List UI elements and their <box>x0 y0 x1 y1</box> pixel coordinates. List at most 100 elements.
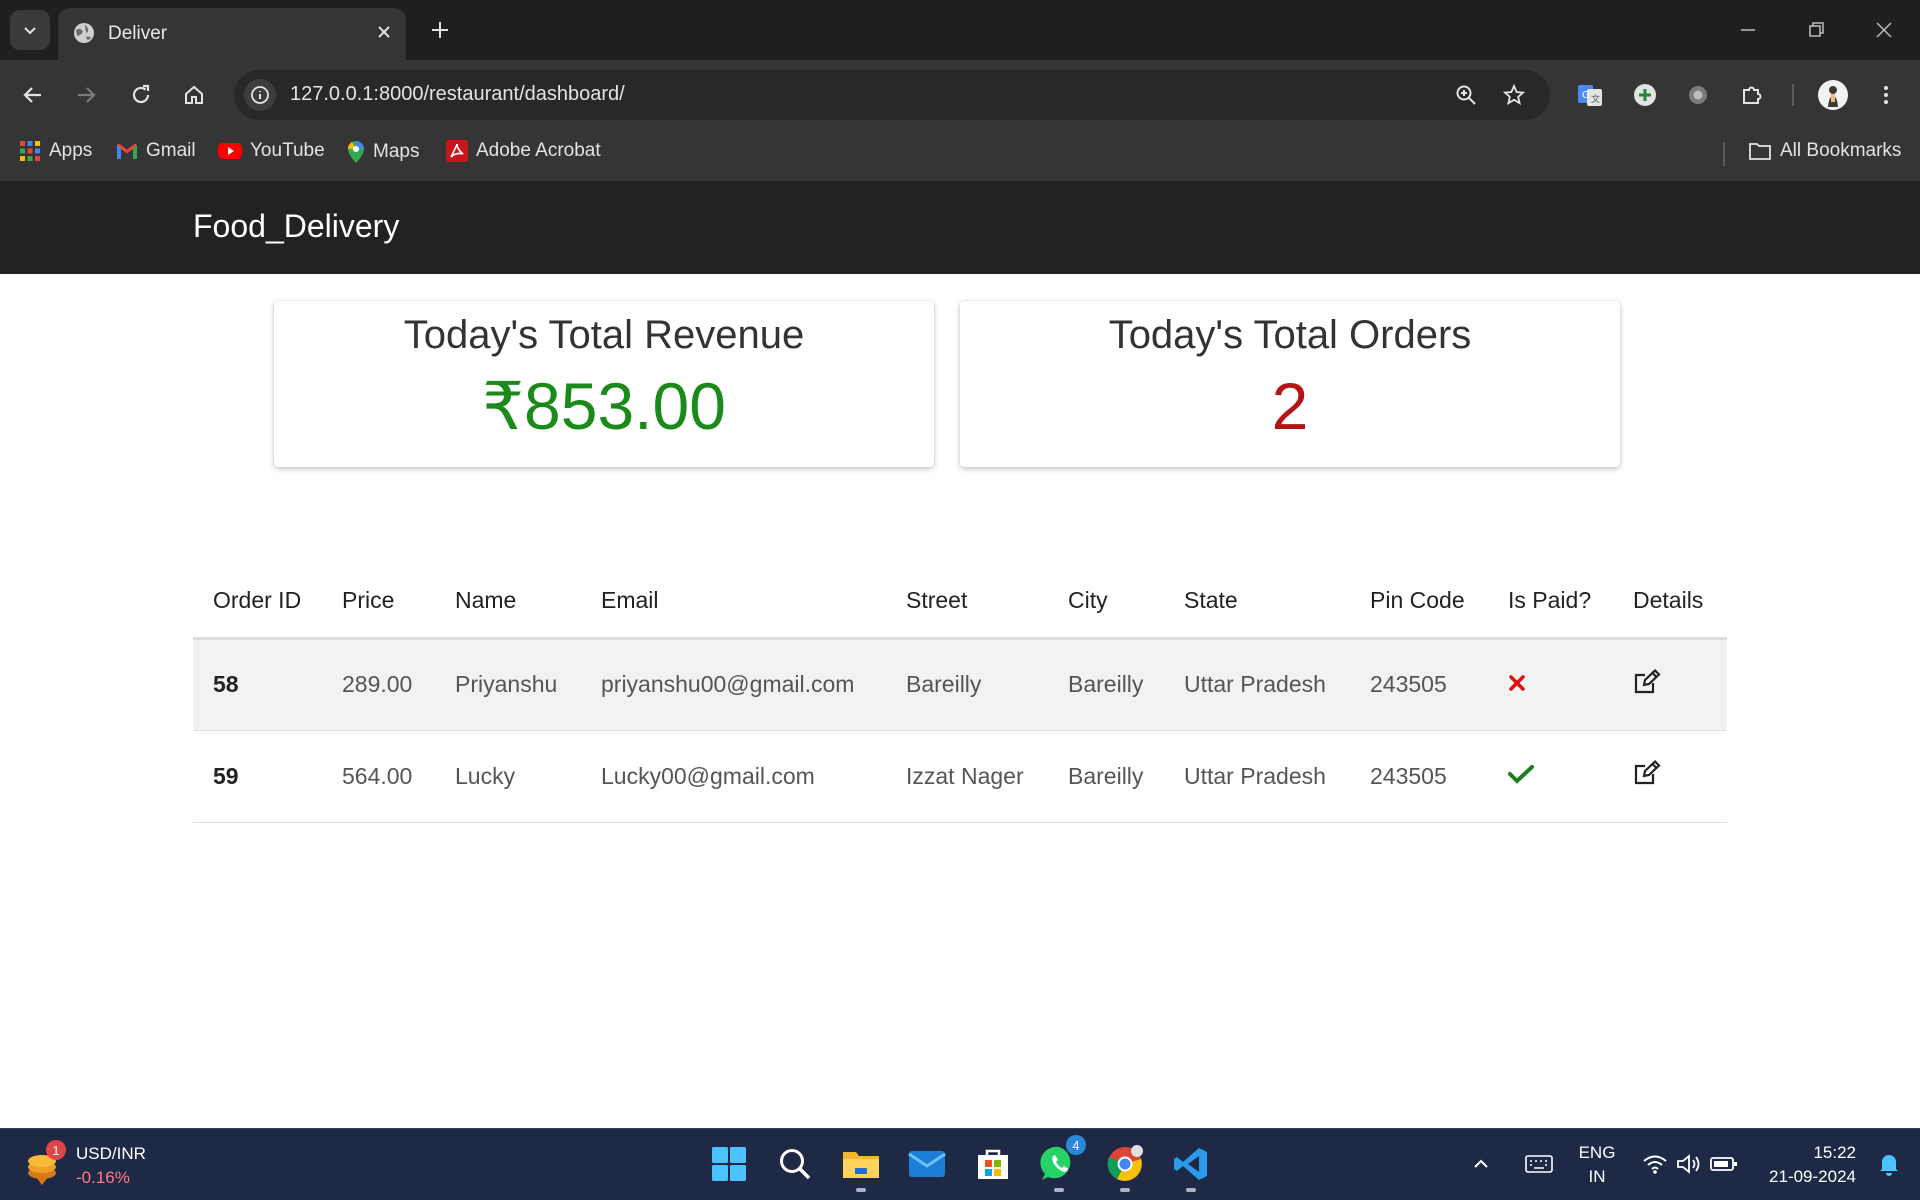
back-button[interactable] <box>14 76 52 114</box>
close-window-button[interactable] <box>1868 14 1900 46</box>
name-cell: Priyanshu <box>435 638 581 731</box>
name-cell: Lucky <box>435 730 581 823</box>
zoom-button[interactable] <box>1450 79 1482 111</box>
bookmark-gmail[interactable]: Gmail <box>116 140 196 162</box>
running-indicator <box>856 1188 866 1192</box>
tab-search-button[interactable] <box>10 10 50 50</box>
order-id-cell: 59 <box>193 730 322 823</box>
taskbar-search-button[interactable] <box>770 1139 820 1189</box>
details-cell <box>1613 730 1727 823</box>
price-cell: 564.00 <box>322 730 435 823</box>
reload-button[interactable] <box>122 76 160 114</box>
puzzle-icon <box>1743 86 1762 104</box>
column-header: City <box>1048 565 1164 640</box>
browser-menu-button[interactable] <box>1867 76 1905 114</box>
chrome-icon <box>1107 1145 1143 1181</box>
minimize-button[interactable] <box>1732 14 1764 46</box>
new-tab-button[interactable] <box>424 14 456 46</box>
taskbar-whatsapp[interactable]: 4 <box>1034 1135 1086 1192</box>
column-header: Name <box>435 565 581 640</box>
acrobat-icon <box>446 140 468 162</box>
revenue-title: Today's Total Revenue <box>403 313 805 357</box>
column-header: Street <box>886 565 1048 640</box>
is-paid-cell <box>1488 638 1613 731</box>
column-header: Details <box>1613 565 1727 640</box>
star-icon <box>1503 84 1525 106</box>
email-cell: Lucky00@gmail.com <box>581 730 886 823</box>
shield-extension[interactable] <box>1679 76 1717 114</box>
add-extension-button[interactable] <box>1626 76 1664 114</box>
start-button[interactable] <box>704 1139 754 1189</box>
clock-time[interactable]: 15:22 <box>1756 1141 1856 1164</box>
bookmark-apps[interactable]: Apps <box>19 140 92 162</box>
currency-widget[interactable]: 1 <box>24 1140 72 1189</box>
taskbar-mail[interactable] <box>902 1139 952 1189</box>
street-cell: Izzat Nager <box>886 730 1048 823</box>
column-header: Email <box>581 565 886 640</box>
bookmark-label: Adobe Acrobat <box>476 140 601 161</box>
language-region[interactable]: IN <box>1578 1165 1616 1188</box>
profile-button[interactable] <box>1814 76 1852 114</box>
show-hidden-icons-button[interactable] <box>1466 1139 1496 1189</box>
taskbar-chrome[interactable] <box>1100 1139 1150 1192</box>
taskbar: 1 USD/INR -0.16% 4 ENG IN 15:22 21-09-20… <box>0 1128 1920 1200</box>
bookmark-star-button[interactable] <box>1498 79 1530 111</box>
table-row: 59 564.00 Lucky Lucky00@gmail.com Izzat … <box>193 730 1727 823</box>
bookmark-label: Maps <box>373 141 420 162</box>
forward-button[interactable] <box>67 76 105 114</box>
battery-icon <box>1710 1157 1737 1171</box>
home-button[interactable] <box>175 76 213 114</box>
all-bookmarks-button[interactable]: All Bookmarks <box>1748 140 1901 162</box>
pin-code-cell: 243505 <box>1350 638 1488 731</box>
language-code[interactable]: ENG <box>1578 1141 1616 1164</box>
extensions-button[interactable] <box>1733 76 1771 114</box>
active-tab[interactable]: Deliver <box>58 8 406 60</box>
brand-link[interactable]: Food_Delivery <box>193 208 399 245</box>
touch-keyboard-button[interactable] <box>1514 1139 1564 1189</box>
url-text[interactable]: 127.0.0.1:8000/restaurant/dashboard/ <box>290 83 625 106</box>
quick-settings-button[interactable] <box>1636 1139 1744 1189</box>
edit-icon[interactable] <box>1633 759 1661 786</box>
vscode-icon <box>1174 1148 1207 1180</box>
price-cell: 289.00 <box>322 638 435 731</box>
running-indicator <box>1054 1188 1064 1192</box>
taskbar-vscode[interactable] <box>1166 1139 1216 1192</box>
youtube-icon <box>218 143 242 159</box>
bookmark-youtube[interactable]: YouTube <box>218 140 325 162</box>
city-cell: Bareilly <box>1048 730 1164 823</box>
bookmark-label: Gmail <box>146 140 196 161</box>
edit-icon[interactable] <box>1633 668 1661 695</box>
notifications-button[interactable] <box>1872 1139 1906 1189</box>
restore-button[interactable] <box>1800 14 1832 46</box>
chevron-down-icon <box>24 27 36 35</box>
clock-date[interactable]: 21-09-2024 <box>1756 1165 1856 1188</box>
cross-icon <box>1509 675 1525 691</box>
widget-badge: 1 <box>46 1140 66 1160</box>
site-info-button[interactable] <box>244 79 276 111</box>
taskbar-file-explorer[interactable] <box>836 1139 886 1192</box>
info-icon <box>251 86 269 104</box>
orders-value: 2 <box>1271 369 1309 443</box>
bell-icon <box>1880 1155 1898 1176</box>
volume-icon <box>1677 1154 1700 1174</box>
svg-text:G: G <box>1582 90 1590 101</box>
maps-pin-icon <box>347 141 364 163</box>
address-bar[interactable]: 127.0.0.1:8000/restaurant/dashboard/ <box>234 70 1550 120</box>
translate-icon: G文 <box>1578 85 1602 106</box>
bookmark-adobe-acrobat[interactable]: Adobe Acrobat <box>446 140 601 162</box>
arrow-left-icon <box>23 87 41 103</box>
shield-icon <box>1689 86 1707 104</box>
column-header: Price <box>322 565 435 640</box>
home-icon <box>185 85 203 104</box>
pin-code-cell: 243505 <box>1350 730 1488 823</box>
bookmark-maps[interactable]: Maps <box>347 140 419 164</box>
table-header-row: Order ID Price Name Email Street City St… <box>193 565 1727 640</box>
site-navbar: Food_Delivery <box>0 181 1920 274</box>
taskbar-store[interactable] <box>968 1139 1018 1189</box>
order-id-cell: 58 <box>193 638 322 731</box>
arrow-right-icon <box>78 87 96 103</box>
google-translate-extension[interactable]: G文 <box>1571 76 1609 114</box>
plus-icon <box>432 22 448 38</box>
close-icon[interactable] <box>374 22 394 42</box>
email-cell: priyanshu00@gmail.com <box>581 638 886 731</box>
